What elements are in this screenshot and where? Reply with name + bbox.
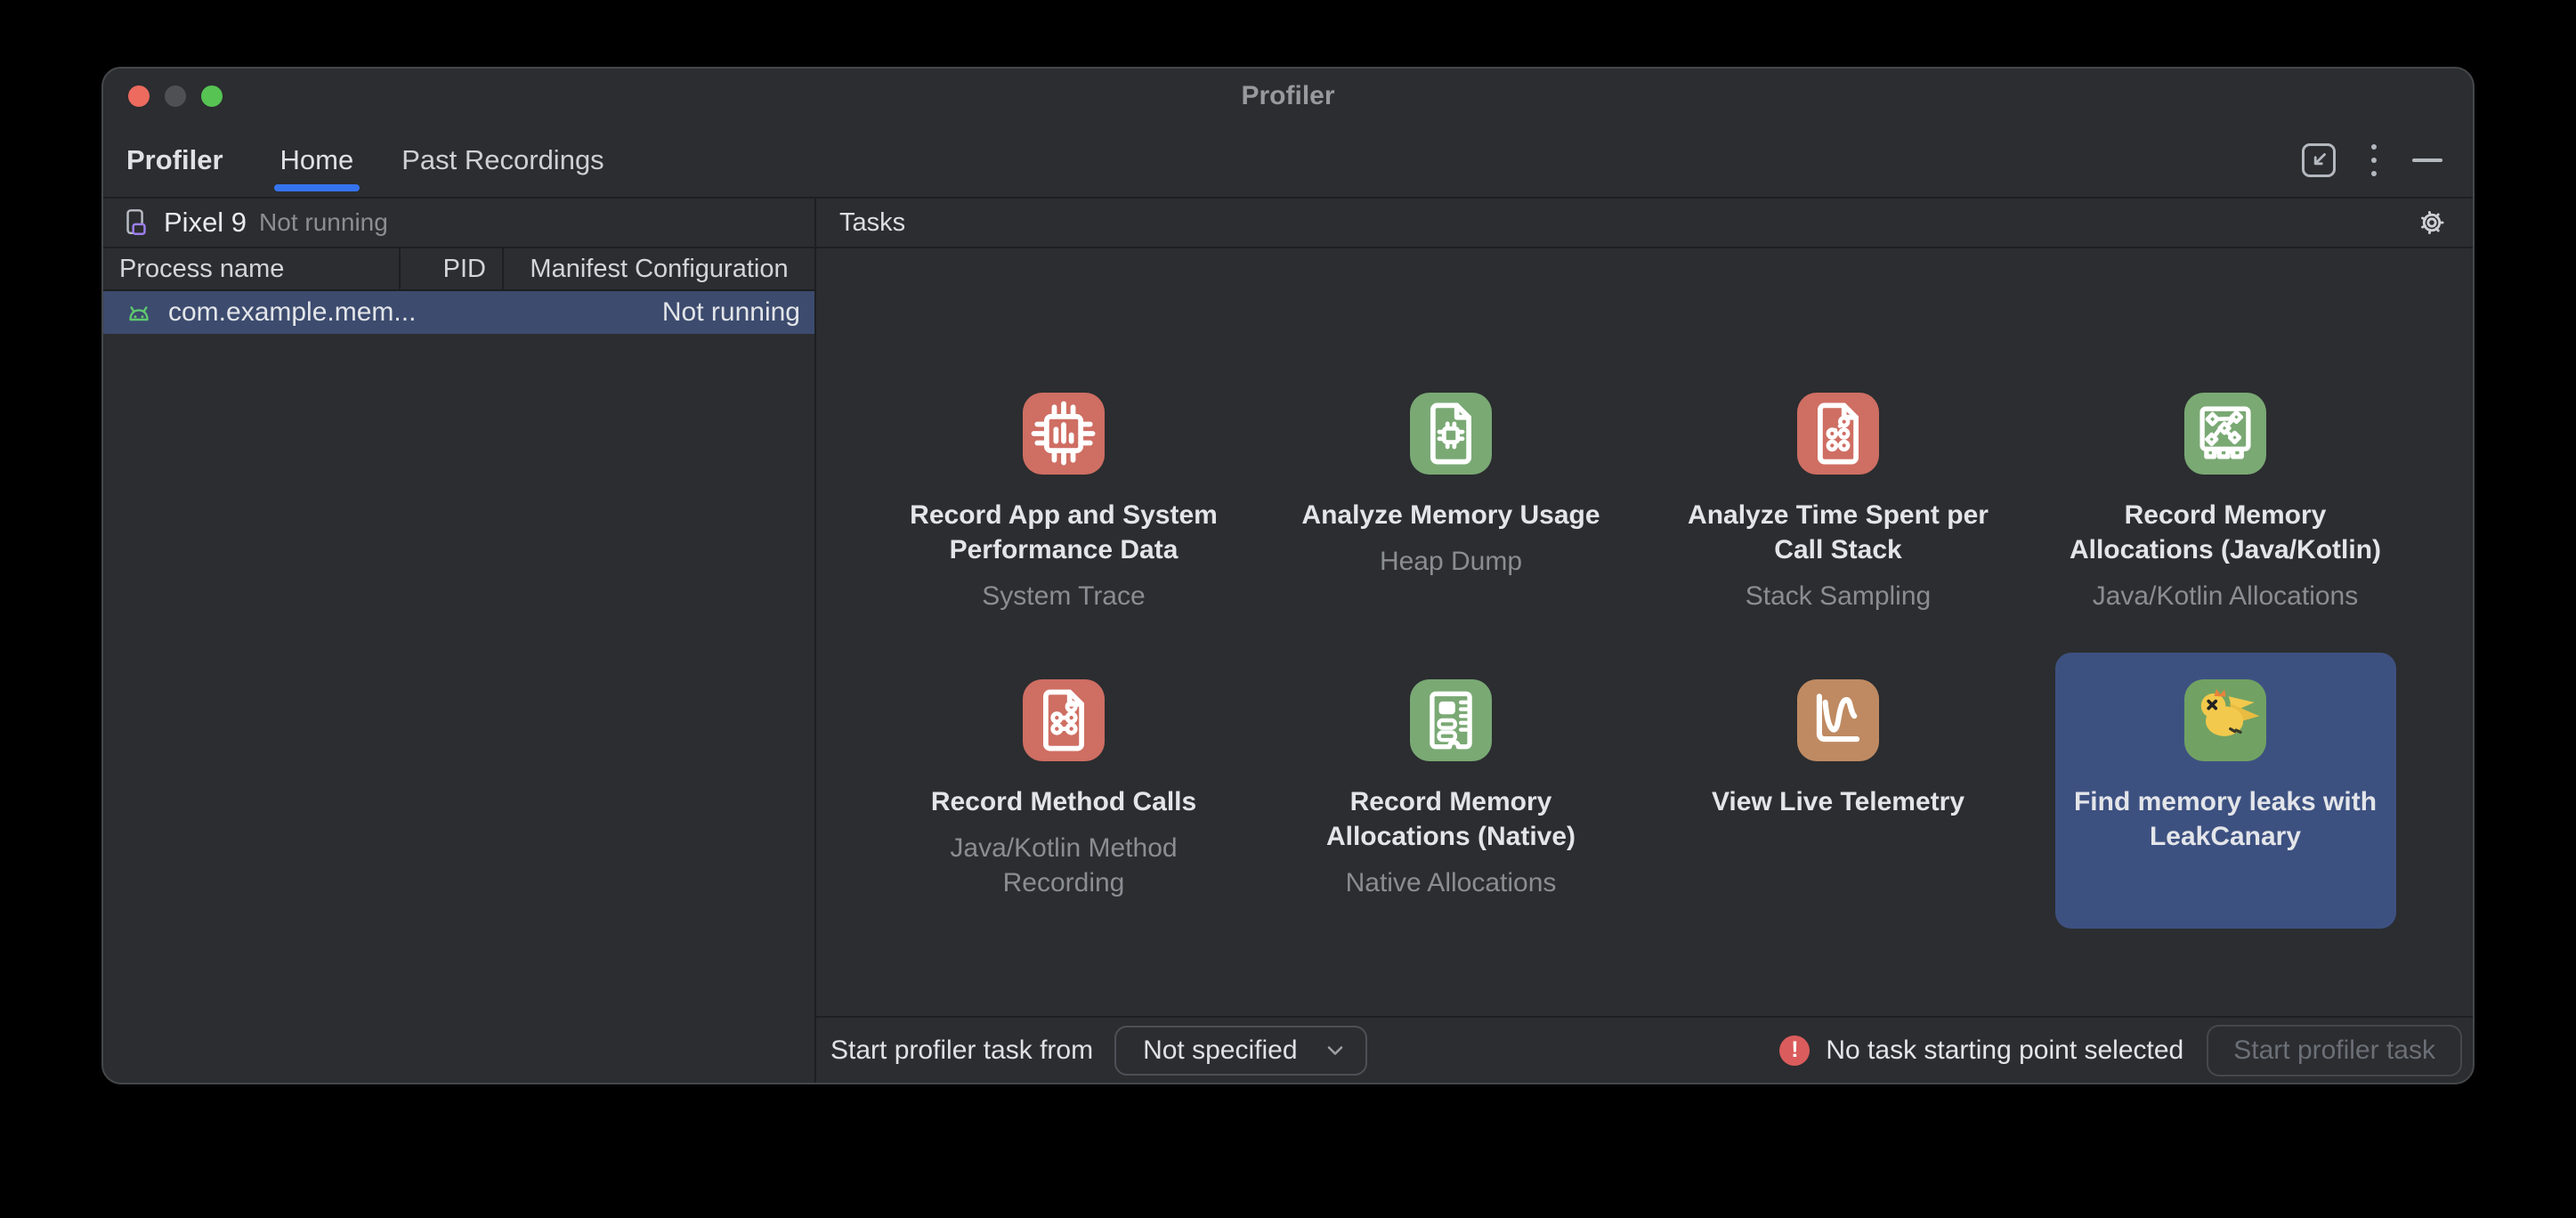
task-title: View Live Telemetry <box>1712 784 1964 819</box>
task-card-analyze-memory-usage[interactable]: Analyze Memory Usage Heap Dump <box>1281 366 1622 642</box>
window-title: Profiler <box>103 81 2473 111</box>
task-title: Analyze Memory Usage <box>1301 498 1600 532</box>
leakcanary-icon <box>2184 679 2266 761</box>
tab-past-recordings[interactable]: Past Recordings <box>393 124 612 197</box>
heap-dump-icon <box>1410 393 1492 475</box>
column-header-manifest-configuration[interactable]: Manifest Configuration <box>502 248 814 289</box>
task-subtitle: Java/Kotlin Method Recording <box>894 831 1234 900</box>
android-icon <box>123 296 155 329</box>
warning-text: No task starting point selected <box>1826 1035 2183 1066</box>
main-area: Pixel 9 Not running Process name PID Man… <box>103 199 2473 1083</box>
titlebar-actions <box>2302 141 2473 180</box>
task-title: Record App and System Performance Data <box>894 498 1234 567</box>
dock-tool-window-icon[interactable] <box>2302 143 2336 177</box>
task-title: Record Memory Allocations (Java/Kotlin) <box>2055 498 2395 567</box>
column-header-pid[interactable]: PID <box>399 248 502 289</box>
process-table-header: Process name PID Manifest Configuration <box>103 248 814 291</box>
system-trace-icon <box>1023 393 1105 475</box>
chevron-down-icon <box>1324 1040 1346 1061</box>
tab-home[interactable]: Home <box>271 124 363 197</box>
method-calls-icon <box>1023 679 1105 761</box>
task-card-analyze-time-spent-per-call-stack[interactable]: Analyze Time Spent per Call Stack Stack … <box>1668 366 2009 642</box>
tasks-title: Tasks <box>839 208 905 238</box>
app-label: Profiler <box>126 144 223 176</box>
process-row-selected[interactable]: com.example.mem... Not running <box>103 291 814 334</box>
task-card-find-memory-leaks-with-leakcanary[interactable]: Find memory leaks with LeakCanary <box>2055 653 2396 929</box>
profiler-window: Profiler Profiler Home Past Recordings <box>101 67 2475 1084</box>
tasks-header: Tasks <box>816 199 2473 248</box>
zoom-window-button[interactable] <box>201 85 223 107</box>
warning-icon: ! <box>1779 1035 1810 1066</box>
task-title: Record Memory Allocations (Native) <box>1281 784 1621 854</box>
device-phone-icon <box>121 207 151 238</box>
minimize-window-button[interactable] <box>165 85 186 107</box>
task-subtitle: Stack Sampling <box>1746 579 1931 613</box>
start-from-label: Start profiler task from <box>830 1035 1093 1066</box>
tab-home-label: Home <box>280 144 354 176</box>
tab-bar: Profiler Home Past Recordings <box>103 124 2473 199</box>
device-name: Pixel 9 <box>164 207 247 239</box>
starting-point-dropdown-value: Not specified <box>1143 1035 1297 1066</box>
stack-sampling-icon <box>1797 393 1879 475</box>
task-title: Record Method Calls <box>931 784 1196 819</box>
hide-panel-icon[interactable] <box>2412 158 2442 162</box>
task-grid: Record App and System Performance Data S… <box>871 366 2419 929</box>
task-subtitle: Heap Dump <box>1380 544 1522 579</box>
device-status: Not running <box>259 208 388 237</box>
task-card-record-method-calls[interactable]: Record Method Calls Java/Kotlin Method R… <box>894 653 1235 929</box>
native-allocations-icon <box>1410 679 1492 761</box>
task-subtitle: Native Allocations <box>1346 865 1557 900</box>
start-profiler-task-button[interactable]: Start profiler task <box>2207 1025 2462 1076</box>
task-card-view-live-telemetry[interactable]: View Live Telemetry <box>1668 653 2009 929</box>
process-name: com.example.mem... <box>168 297 416 328</box>
more-options-icon[interactable] <box>2368 141 2380 180</box>
titlebar: Profiler <box>103 69 2473 124</box>
task-title: Find memory leaks with LeakCanary <box>2055 784 2395 854</box>
task-title: Analyze Time Spent per Call Stack <box>1668 498 2008 567</box>
task-subtitle: System Trace <box>982 579 1145 613</box>
starting-point-dropdown[interactable]: Not specified <box>1114 1026 1366 1076</box>
task-subtitle: Java/Kotlin Allocations <box>2093 579 2359 613</box>
process-list-empty-area <box>103 334 814 1083</box>
process-status: Not running <box>662 297 800 328</box>
tasks-panel: Tasks <box>816 199 2473 1083</box>
tab-past-recordings-label: Past Recordings <box>401 144 603 176</box>
column-header-process-name[interactable]: Process name <box>103 248 399 289</box>
live-telemetry-icon <box>1797 679 1879 761</box>
process-list-panel: Pixel 9 Not running Process name PID Man… <box>103 199 816 1083</box>
footer-bar: Start profiler task from Not specified !… <box>816 1016 2473 1083</box>
close-window-button[interactable] <box>128 85 150 107</box>
task-card-record-memory-allocations-native[interactable]: Record Memory Allocations (Native) Nativ… <box>1281 653 1622 929</box>
task-card-record-memory-allocations-java-kotlin[interactable]: Record Memory Allocations (Java/Kotlin) … <box>2055 366 2396 642</box>
task-card-record-app-and-system-performance-data[interactable]: Record App and System Performance Data S… <box>894 366 1235 642</box>
tasks-body: Record App and System Performance Data S… <box>816 248 2473 1016</box>
java-kotlin-allocations-icon <box>2184 393 2266 475</box>
traffic-lights <box>103 85 223 107</box>
device-row[interactable]: Pixel 9 Not running <box>103 199 814 248</box>
settings-gear-icon[interactable] <box>2414 205 2450 240</box>
